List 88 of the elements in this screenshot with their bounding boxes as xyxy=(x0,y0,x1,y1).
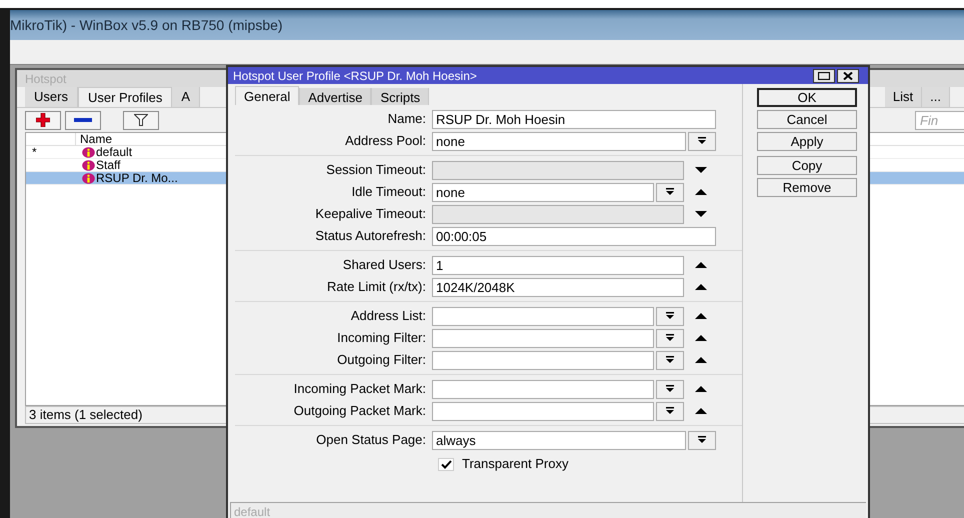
dropdown-button[interactable] xyxy=(688,430,716,450)
status-text: 3 items (1 selected) xyxy=(28,406,144,424)
minus-icon xyxy=(74,118,92,122)
column-header[interactable]: Name xyxy=(76,133,116,145)
dropdown-icon xyxy=(665,334,675,342)
input-field[interactable]: 1 xyxy=(432,256,684,274)
up-arrow-icon[interactable] xyxy=(695,335,707,341)
window-title: Hotspot User Profile <RSUP Dr. Moh Hoesin> xyxy=(233,68,477,84)
add-button[interactable] xyxy=(25,110,61,130)
profile-icon xyxy=(82,160,95,170)
up-arrow-icon[interactable] xyxy=(695,284,707,290)
filter-icon xyxy=(134,114,148,126)
input-field[interactable] xyxy=(432,380,654,398)
field-label: Outgoing Filter: xyxy=(336,351,427,370)
profile-icon xyxy=(82,172,95,184)
dropdown-button[interactable] xyxy=(656,402,684,420)
tab[interactable]: Advertise xyxy=(299,88,372,105)
table-cell: default xyxy=(96,146,132,158)
dialog-button[interactable]: Cancel xyxy=(757,110,857,129)
dropdown-icon xyxy=(665,385,675,393)
maximize-icon xyxy=(818,72,830,80)
flag-text: * xyxy=(32,146,37,159)
input-field[interactable]: RSUP Dr. Moh Hoesin xyxy=(432,110,716,128)
close-icon xyxy=(843,72,853,80)
dropdown-icon xyxy=(665,312,675,320)
field-label: Name: xyxy=(386,110,427,128)
field-label: Shared Users: xyxy=(342,256,427,274)
check-icon xyxy=(440,460,452,468)
dialog-button[interactable]: Copy xyxy=(757,156,857,175)
table-cell: Staff xyxy=(96,158,120,172)
dropdown-icon xyxy=(697,137,707,145)
up-arrow-icon[interactable] xyxy=(695,386,707,392)
tab[interactable]: Users xyxy=(25,87,78,107)
tab[interactable]: Scripts xyxy=(371,88,430,105)
up-arrow-icon[interactable] xyxy=(695,313,707,319)
up-arrow-icon[interactable] xyxy=(695,189,707,195)
field-label: Incoming Filter: xyxy=(336,329,427,348)
dropdown-button[interactable] xyxy=(656,380,684,398)
dropdown-icon xyxy=(665,407,675,415)
profile-icon xyxy=(82,146,95,158)
window-title: MikroTik) - WinBox v5.9 on RB750 (mipsbe) xyxy=(10,16,283,35)
input-field[interactable] xyxy=(432,328,654,348)
filter-button[interactable] xyxy=(123,110,159,130)
table-cell: RSUP Dr. Mo... xyxy=(96,172,178,184)
field-label: Rate Limit (rx/tx): xyxy=(326,278,427,296)
status-text: default xyxy=(233,504,272,518)
input-field[interactable]: always xyxy=(432,430,686,450)
dropdown-button[interactable] xyxy=(688,132,716,150)
dropdown-button[interactable] xyxy=(656,306,684,326)
maximize-button[interactable] xyxy=(813,68,835,82)
field-label: Session Timeout: xyxy=(325,161,427,180)
field-label: Address Pool: xyxy=(344,132,427,150)
up-arrow-icon[interactable] xyxy=(695,357,707,363)
input-field[interactable] xyxy=(432,306,654,326)
field-label: Status Autorefresh: xyxy=(314,227,427,246)
dialog-button[interactable]: Apply xyxy=(757,132,857,151)
tab[interactable]: A xyxy=(172,87,200,107)
field-label: Keepalive Timeout: xyxy=(314,205,427,224)
dialog-button[interactable]: OK xyxy=(757,88,857,107)
input-field[interactable]: none xyxy=(432,182,654,202)
checkbox-label: Transparent Proxy xyxy=(462,455,568,474)
tab[interactable]: General xyxy=(235,86,300,105)
field-label: Idle Timeout: xyxy=(350,183,427,202)
dropdown-icon xyxy=(697,436,707,444)
dropdown-button[interactable] xyxy=(656,328,684,348)
checkbox[interactable] xyxy=(438,458,454,470)
input-field[interactable] xyxy=(432,402,654,420)
field-label: Incoming Packet Mark: xyxy=(292,380,427,398)
plus-icon xyxy=(36,113,50,127)
dropdown-icon xyxy=(665,188,675,196)
tab[interactable]: User Profiles xyxy=(78,87,172,107)
tab[interactable]: ... xyxy=(922,87,950,107)
field-label: Address List: xyxy=(350,307,427,326)
remove-button[interactable] xyxy=(65,110,101,130)
input-field[interactable]: 00:00:05 xyxy=(432,226,716,246)
tab[interactable]: List xyxy=(884,87,922,107)
field-label: Outgoing Packet Mark: xyxy=(292,402,427,420)
dialog-button[interactable]: Remove xyxy=(757,178,857,197)
up-arrow-icon[interactable] xyxy=(695,408,707,414)
dropdown-button[interactable] xyxy=(656,350,684,370)
dropdown-icon xyxy=(665,356,675,364)
close-button[interactable] xyxy=(837,68,859,82)
field-label: Open Status Page: xyxy=(315,431,427,450)
up-arrow-icon[interactable] xyxy=(695,262,707,268)
dropdown-button[interactable] xyxy=(656,182,684,202)
input-field[interactable]: 1024K/2048K xyxy=(432,278,684,296)
input-field[interactable] xyxy=(432,350,654,370)
input-field[interactable]: none xyxy=(432,132,686,150)
